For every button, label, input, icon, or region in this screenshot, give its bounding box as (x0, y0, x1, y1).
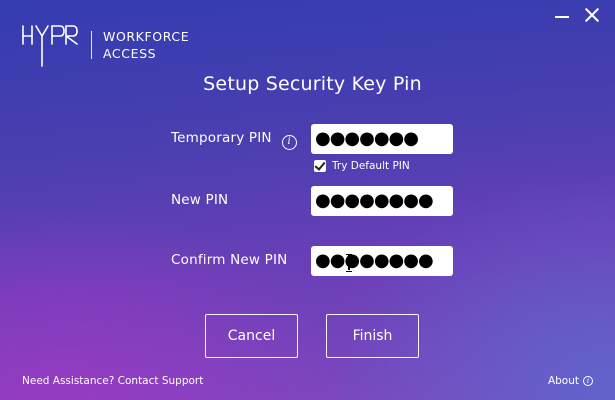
temporary-pin-label-text: Temporary PIN (171, 130, 272, 146)
close-icon[interactable] (583, 6, 601, 24)
window-controls (553, 6, 601, 24)
footer-assistance: Need Assistance? Contact Support (22, 375, 203, 387)
hypr-logo-icon (22, 25, 78, 67)
minimize-icon[interactable] (553, 6, 571, 24)
info-icon[interactable]: i (281, 135, 297, 150)
finish-button[interactable]: Finish (326, 314, 419, 358)
about-link[interactable]: About i (548, 375, 593, 387)
app-window: WORKFORCE ACCESS Setup Security Key Pin … (0, 0, 615, 400)
brand-line-2: ACCESS (103, 46, 157, 61)
try-default-pin-row[interactable]: Try Default PIN (314, 160, 410, 172)
need-assistance-text: Need Assistance? (22, 375, 115, 387)
brand-line-1: WORKFORCE (103, 29, 190, 44)
brand-name: WORKFORCE ACCESS (103, 28, 189, 62)
temporary-pin-input[interactable]: ●●●●●●● (311, 124, 453, 154)
new-pin-input[interactable]: ●●●●●●●● (311, 186, 453, 216)
about-info-icon[interactable]: i (583, 376, 593, 386)
try-default-pin-checkbox[interactable] (314, 160, 326, 172)
confirm-pin-input[interactable]: ●●●●●●●● (311, 246, 453, 276)
brand-logo: WORKFORCE ACCESS (22, 22, 189, 68)
page-title: Setup Security Key Pin (203, 73, 422, 95)
cancel-button[interactable]: Cancel (205, 314, 298, 358)
confirm-pin-label: Confirm New PIN (171, 252, 288, 268)
new-pin-label: New PIN (171, 192, 229, 208)
about-label[interactable]: About (548, 375, 579, 387)
temporary-pin-label: Temporary PIN i (171, 130, 297, 150)
logo-divider (91, 31, 92, 59)
try-default-pin-label[interactable]: Try Default PIN (332, 160, 410, 172)
text-cursor-icon (346, 254, 352, 272)
contact-support-link[interactable]: Contact Support (118, 375, 204, 387)
